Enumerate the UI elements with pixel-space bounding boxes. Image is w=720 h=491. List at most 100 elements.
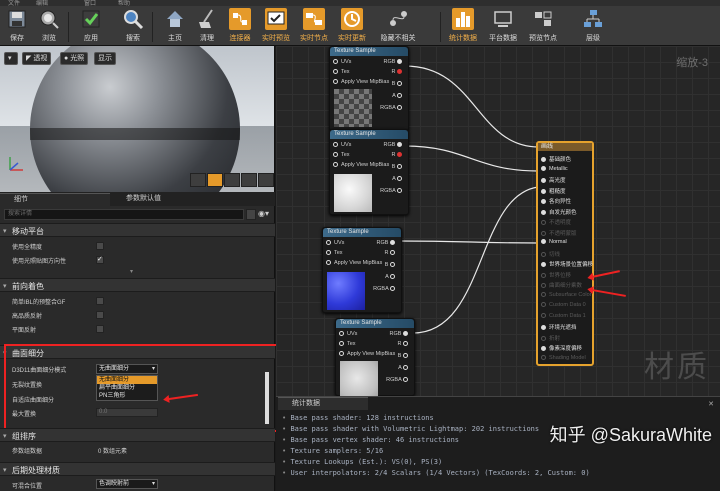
lit-button[interactable]: ● 光照 bbox=[60, 52, 89, 65]
material-input-pin[interactable]: Subsurface Color bbox=[541, 292, 592, 298]
material-input-pin[interactable]: 像素深度偏移 bbox=[541, 344, 582, 352]
material-input-pin[interactable]: Custom Data 1 bbox=[541, 313, 586, 319]
viewport-options-button[interactable]: ▾ bbox=[4, 52, 18, 65]
perspective-button[interactable]: ◤ 透视 bbox=[22, 52, 52, 65]
material-input-pin[interactable]: 世界位移 bbox=[541, 271, 571, 279]
uvs-input-pin[interactable]: UVs bbox=[326, 240, 344, 247]
platform-stats-button[interactable]: 平台数据 bbox=[486, 8, 520, 44]
connector-button[interactable]: 连接器 bbox=[226, 8, 254, 44]
material-input-pin[interactable]: Shading Model bbox=[541, 355, 586, 361]
material-input-pin[interactable]: 自发光颜色 bbox=[541, 208, 577, 216]
a-output-pin[interactable]: A bbox=[385, 274, 398, 281]
texture-sample-node[interactable]: Texture Sample UVs Tex Apply View MipBia… bbox=[322, 227, 402, 313]
texture-sample-node[interactable]: Texture Sample UVs Tex Apply View MipBia… bbox=[329, 46, 409, 131]
material-input-pin[interactable]: Metallic bbox=[541, 166, 568, 172]
home-button[interactable]: 主页 bbox=[162, 8, 188, 44]
hq-reflections-checkbox[interactable] bbox=[96, 311, 104, 319]
a-output-pin[interactable]: A bbox=[392, 176, 405, 183]
material-input-pin[interactable]: 基础颜色 bbox=[541, 155, 571, 163]
uvs-input-pin[interactable]: UVs bbox=[333, 142, 351, 149]
live-update-button[interactable]: 实时更新 bbox=[336, 8, 368, 44]
section-group-sort[interactable]: ▾ 组排序 bbox=[0, 428, 275, 442]
mipbias-input-pin[interactable]: Apply View MipBias bbox=[333, 79, 389, 86]
preview-nodes-button[interactable]: 预览节点 bbox=[526, 8, 560, 44]
texture-sample-node[interactable]: Texture Sample UVs Tex Apply View MipBia… bbox=[329, 129, 409, 215]
material-input-pin[interactable]: 环境光遮挡 bbox=[541, 323, 577, 331]
rgb-output-pin[interactable]: RGB bbox=[377, 240, 398, 247]
apply-button[interactable]: 应用 bbox=[78, 8, 104, 44]
tab-details[interactable]: 细节 bbox=[0, 193, 110, 206]
material-input-pin[interactable]: Custom Data 0 bbox=[541, 302, 586, 308]
live-preview-button[interactable]: 实时预览 bbox=[260, 8, 292, 44]
texture-sample-node[interactable]: Texture Sample UVs Tex Apply View MipBia… bbox=[335, 318, 415, 396]
preview-teapot-button[interactable] bbox=[258, 173, 274, 187]
material-input-pin[interactable]: 切线 bbox=[541, 250, 560, 258]
section-post-process[interactable]: ▾ 后期处理材质 bbox=[0, 462, 275, 476]
r-output-pin[interactable]: R bbox=[391, 152, 405, 159]
mipbias-input-pin[interactable]: Apply View MipBias bbox=[326, 260, 382, 267]
uvs-input-pin[interactable]: UVs bbox=[339, 331, 357, 338]
ibl-gf-checkbox[interactable] bbox=[96, 297, 104, 305]
r-output-pin[interactable]: R bbox=[391, 69, 405, 76]
r-output-pin[interactable]: R bbox=[397, 341, 411, 348]
tex-input-pin[interactable]: Tex bbox=[339, 341, 356, 348]
material-input-pin[interactable]: 世界场景位置偏移 bbox=[541, 260, 593, 268]
mipbias-input-pin[interactable]: Apply View MipBias bbox=[333, 162, 389, 169]
material-input-pin[interactable]: 不透明度 bbox=[541, 218, 571, 226]
material-input-pin[interactable]: 曲面细分乘数 bbox=[541, 281, 582, 289]
hierarchy-button[interactable]: 层级 bbox=[578, 8, 608, 44]
material-input-pin[interactable]: 各向异性 bbox=[541, 197, 571, 205]
mipbias-input-pin[interactable]: Apply View MipBias bbox=[339, 351, 395, 358]
tex-input-pin[interactable]: Tex bbox=[333, 152, 350, 159]
material-input-pin[interactable]: 不透明蒙版 bbox=[541, 229, 577, 237]
stats-button[interactable]: 统计数据 bbox=[448, 8, 478, 44]
section-forward-shading[interactable]: ▾ 前向着色 bbox=[0, 278, 275, 292]
a-output-pin[interactable]: A bbox=[398, 365, 411, 372]
close-icon[interactable]: ✕ bbox=[708, 400, 714, 408]
tab-stats[interactable]: 统计数据 bbox=[278, 397, 368, 410]
save-button[interactable]: 保存 bbox=[4, 8, 30, 44]
preview-plane-button[interactable] bbox=[224, 173, 240, 187]
material-input-pin[interactable]: 折射 bbox=[541, 334, 560, 342]
material-input-pin[interactable]: Normal bbox=[541, 239, 567, 245]
a-output-pin[interactable]: A bbox=[392, 93, 405, 100]
browse-button[interactable]: 浏览 bbox=[36, 8, 62, 44]
rgba-output-pin[interactable]: RGBA bbox=[386, 377, 411, 384]
full-precision-checkbox[interactable] bbox=[96, 242, 104, 250]
material-result-node[interactable]: 画线 基础颜色 Metallic 高光度 粗糙度 各向异性 自发光颜色 不透明度 不透明蒙版 N… bbox=[536, 141, 594, 366]
rgb-output-pin[interactable]: RGB bbox=[390, 331, 411, 338]
b-output-pin[interactable]: B bbox=[392, 164, 405, 171]
blendable-location-dropdown[interactable]: 色调映射前 bbox=[96, 479, 158, 489]
tex-input-pin[interactable]: Tex bbox=[333, 69, 350, 76]
preview-cylinder-button[interactable] bbox=[190, 173, 206, 187]
rgba-output-pin[interactable]: RGBA bbox=[380, 188, 405, 195]
grid-view-icon[interactable] bbox=[246, 209, 256, 220]
rgb-output-pin[interactable]: RGB bbox=[384, 59, 405, 66]
planar-reflections-checkbox[interactable] bbox=[96, 325, 104, 333]
material-input-pin[interactable]: 高光度 bbox=[541, 176, 566, 184]
material-input-pin[interactable]: 粗糙度 bbox=[541, 187, 566, 195]
expand-arrow-icon[interactable]: ▾ bbox=[130, 268, 133, 275]
live-nodes-button[interactable]: 实时节点 bbox=[298, 8, 330, 44]
preview-sphere-button[interactable] bbox=[207, 173, 223, 187]
b-output-pin[interactable]: B bbox=[392, 81, 405, 88]
section-mobile[interactable]: ▾ 移动平台 bbox=[0, 223, 275, 237]
material-preview-viewport[interactable]: ▾ ◤ 透视 ● 光照 显示 bbox=[0, 46, 275, 192]
details-search-input[interactable]: 搜索详情 bbox=[4, 209, 244, 220]
hide-unrelated-button[interactable]: 隐藏不相关 bbox=[378, 8, 418, 44]
show-button[interactable]: 显示 bbox=[94, 52, 116, 65]
rgba-output-pin[interactable]: RGBA bbox=[373, 286, 398, 293]
lightmap-directionality-checkbox[interactable] bbox=[96, 255, 104, 264]
tab-parameter-defaults[interactable]: 参数默认值 bbox=[112, 193, 161, 206]
b-output-pin[interactable]: B bbox=[385, 262, 398, 269]
rgba-output-pin[interactable]: RGBA bbox=[380, 105, 405, 112]
rgb-output-pin[interactable]: RGB bbox=[384, 142, 405, 149]
clean-button[interactable]: 清理 bbox=[194, 8, 220, 44]
uvs-input-pin[interactable]: UVs bbox=[333, 59, 351, 66]
preview-cube-button[interactable] bbox=[241, 173, 257, 187]
eye-icon[interactable]: ◉▾ bbox=[258, 209, 272, 220]
r-output-pin[interactable]: R bbox=[384, 250, 398, 257]
search-button[interactable]: 搜索 bbox=[120, 8, 146, 44]
tex-input-pin[interactable]: Tex bbox=[326, 250, 343, 257]
b-output-pin[interactable]: B bbox=[398, 353, 411, 360]
